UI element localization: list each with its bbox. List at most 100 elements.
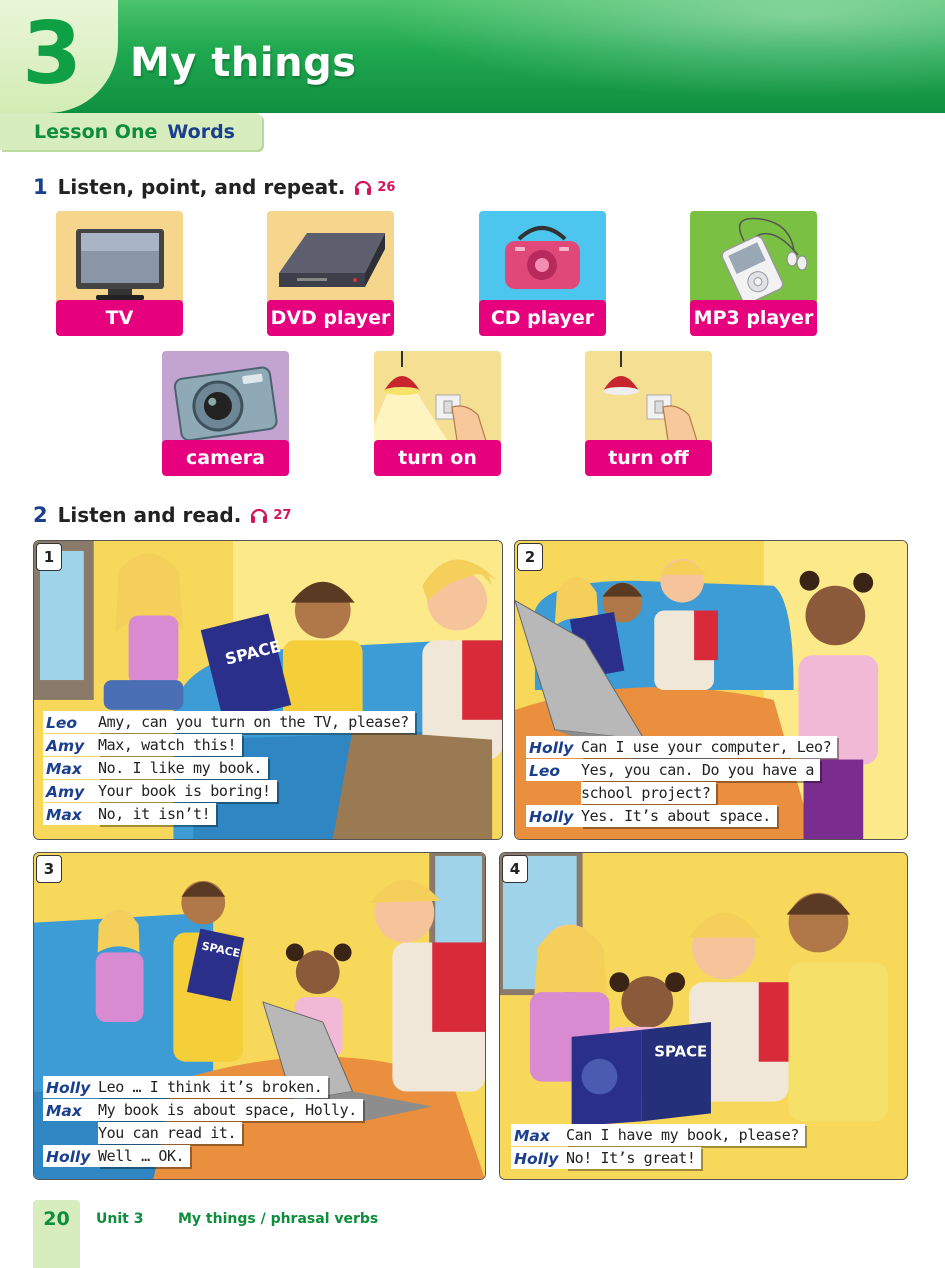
exercise-1-number: 1 [33,175,48,199]
cd-player-icon [505,226,580,289]
speaker-name [526,782,581,804]
dialogue-line: school project? [526,782,837,804]
dialogue-text: No. I like my book. [98,757,268,779]
vocab-label-turn-off: turn off [585,440,712,476]
dialogue-line: Max My book is about space, Holly. [43,1099,363,1121]
dialogue-text: Your book is boring! [98,780,277,802]
comic-panel-3: SPACE 3 Holly Leo … I think it’s broken.… [33,852,486,1180]
lesson-tab: Lesson One Words [0,113,262,150]
dvd-player-picture [267,211,394,311]
audio-track-number: 26 [377,179,396,195]
audio-track-26[interactable]: 26 [353,177,395,197]
dialogue-line: Leo Amy, can you turn on the TV, please? [43,711,415,733]
camera-icon [173,366,278,442]
dialogue-text: school project? [581,782,717,804]
vocab-card-cd-player[interactable]: CD player [479,211,606,337]
dialogue-line: Holly Yes. It’s about space. [526,805,837,827]
book-cover-text-4: SPACE [654,1043,707,1061]
dialogue-line: Max No, it isn’t! [43,803,415,825]
panel-4-number: 4 [502,855,528,883]
comic-panel-1: SPACE 1 Leo Amy, can you turn on the TV,… [33,540,503,840]
speaker-name: Holly [526,805,581,827]
dialogue-line: Amy Max, watch this! [43,734,415,756]
vocab-label-tv: TV [56,300,183,336]
vocab-label-cd-player: CD player [479,300,606,336]
mp3-player-icon [721,217,808,305]
panel-2-dialogue: Holly Can I use your computer, Leo? Leo … [526,736,838,828]
vocab-card-mp3-player[interactable]: MP3 player [690,211,817,337]
dialogue-text: Can I have my book, please? [566,1124,806,1146]
dialogue-text: Max, watch this! [98,734,243,756]
panel-2-number: 2 [517,543,543,571]
mp3-player-picture [690,211,817,311]
vocab-card-camera[interactable]: camera [162,351,289,477]
dialogue-line: Max Can I have my book, please? [511,1124,806,1146]
speaker-name: Max [43,1099,98,1121]
panel-3-dialogue: Holly Leo … I think it’s broken. Max My … [43,1076,363,1168]
vocab-card-dvd-player[interactable]: DVD player [267,211,394,337]
vocab-label-turn-on: turn on [374,440,501,476]
vocab-label-mp3-player: MP3 player [690,300,817,336]
footer-unit: Unit 3 [96,1211,144,1227]
lesson-section-label: Words [167,120,235,143]
exercise-2-heading: 2 Listen and read. 27 [33,503,291,527]
unit-title: My things [130,40,357,86]
dialogue-line: Max No. I like my book. [43,757,415,779]
dialogue-line: Holly Can I use your computer, Leo? [526,736,838,758]
speaker-name: Max [43,803,98,825]
headphones-icon [355,180,372,195]
speaker-name: Holly [43,1076,98,1098]
speaker-name: Amy [43,780,98,802]
dialogue-text: Can I use your computer, Leo? [581,736,838,758]
audio-track-number: 27 [273,507,292,523]
dialogue-line: Holly Well … OK. [43,1145,363,1167]
speaker-name: Leo [43,711,98,733]
speaker-name [43,1122,98,1144]
speaker-name: Amy [43,734,98,756]
dialogue-text: No, it isn’t! [98,803,217,825]
dialogue-line: Amy Your book is boring! [43,780,415,802]
lamp-on-icon [374,351,487,451]
dialogue-text: Amy, can you turn on the TV, please? [98,711,415,733]
panel-3-number: 3 [36,855,62,883]
dialogue-line: Holly No! It’s great! [511,1147,805,1169]
audio-track-27[interactable]: 27 [249,505,291,525]
speaker-name: Max [511,1124,566,1146]
dialogue-line: You can read it. [43,1122,363,1144]
dialogue-text: No! It’s great! [566,1147,702,1169]
dialogue-text: Well … OK. [98,1145,191,1167]
dialogue-text: My book is about space, Holly. [98,1099,363,1121]
unit-number: 3 [22,3,82,104]
dvd-player-icon [279,233,385,287]
panel-1-number: 1 [36,543,62,571]
vocab-card-turn-on[interactable]: turn on [374,351,501,477]
speaker-name: Holly [43,1145,98,1167]
dialogue-line: Leo Yes, you can. Do you have a [526,759,837,781]
speaker-name: Leo [526,759,581,781]
headphones-icon [251,508,268,523]
vocab-label-dvd-player: DVD player [267,300,394,336]
panel-1-dialogue: Leo Amy, can you turn on the TV, please?… [43,711,415,826]
exercise-2-number: 2 [33,503,48,527]
dialogue-text: You can read it. [98,1122,243,1144]
lesson-label: Lesson One [34,120,158,143]
dialogue-text: Yes. It’s about space. [581,805,777,827]
footer-topic: My things / phrasal verbs [178,1211,379,1227]
dialogue-text: Yes, you can. Do you have a [581,759,821,781]
exercise-1-instruction: Listen, point, and repeat. [57,175,346,199]
turn-on-picture [374,351,501,451]
vocab-card-tv[interactable]: TV [56,211,183,337]
page-number-tab: 20 [33,1200,80,1268]
vocab-card-turn-off[interactable]: turn off [585,351,712,477]
cd-player-picture [479,211,606,311]
comic-panel-2: 2 Holly Can I use your computer, Leo? Le… [514,540,908,840]
tv-icon [76,229,164,300]
turn-off-picture [585,351,712,451]
speaker-name: Holly [526,736,581,758]
speaker-name: Holly [511,1147,566,1169]
exercise-2-instruction: Listen and read. [57,503,242,527]
speaker-name: Max [43,757,98,779]
camera-picture [162,351,289,451]
lamp-off-icon [603,351,698,448]
exercise-1-heading: 1 Listen, point, and repeat. 26 [33,175,395,199]
